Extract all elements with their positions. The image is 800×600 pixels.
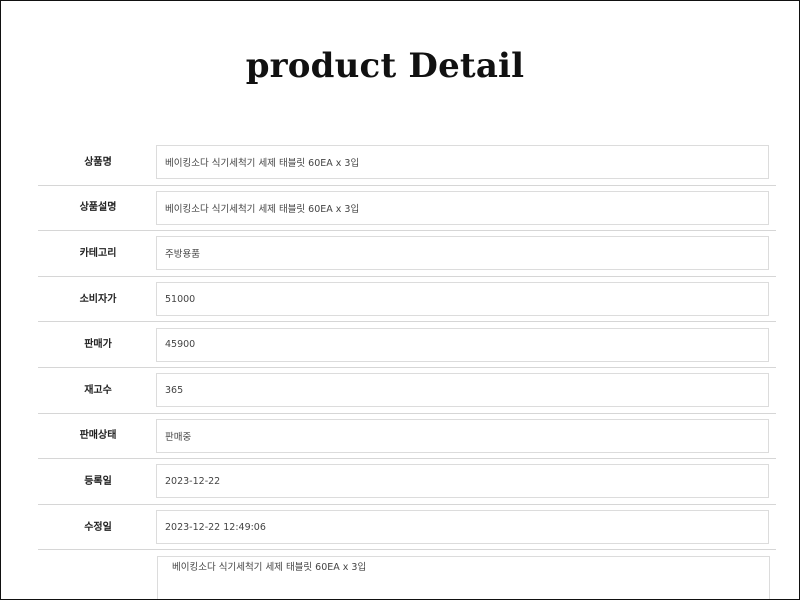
- consumer-price-field[interactable]: 51000: [156, 282, 769, 317]
- product-description-field[interactable]: 베이킹소다 식기세척기 세제 태블릿 60EA x 3입: [156, 190, 769, 225]
- registered-date-label: 등록일: [84, 475, 112, 487]
- consumer-price-label: 소비자가: [79, 293, 117, 305]
- stock-field[interactable]: 365: [156, 373, 769, 408]
- product-name-field[interactable]: 베이킹소다 식기세척기 세제 태블릿 60EA x 3입: [156, 145, 769, 180]
- row-registered-date: 등록일 2023-12-22: [38, 459, 776, 505]
- sale-price-label: 판매가: [84, 339, 112, 351]
- row-category: 카테고리 주방용품: [38, 231, 776, 277]
- sale-status-label: 판매상태: [79, 430, 117, 442]
- row-sale-status: 판매상태 판매중: [38, 414, 776, 460]
- page-title: product Detail: [245, 46, 525, 86]
- row-product-name: 상품명 베이킹소다 식기세척기 세제 태블릿 60EA x 3입: [38, 140, 776, 186]
- product-name-label: 상품명: [84, 156, 112, 168]
- modified-date-field[interactable]: 2023-12-22 12:49:06: [156, 510, 769, 545]
- row-modified-date: 수정일 2023-12-22 12:49:06: [38, 505, 776, 551]
- sale-status-field[interactable]: 판매중: [156, 418, 769, 453]
- row-stock: 재고수 365: [38, 368, 776, 414]
- modified-date-label: 수정일: [84, 521, 112, 533]
- registered-date-field[interactable]: 2023-12-22: [156, 464, 769, 499]
- description-textarea[interactable]: 베이킹소다 식기세척기 세제 태블릿 60EA x 3입: [157, 556, 770, 600]
- stock-label: 재고수: [84, 384, 112, 396]
- sale-price-field[interactable]: 45900: [156, 327, 769, 362]
- row-consumer-price: 소비자가 51000: [38, 277, 776, 323]
- category-field[interactable]: 주방용품: [156, 236, 769, 271]
- product-detail-table: 상품명 베이킹소다 식기세척기 세제 태블릿 60EA x 3입 상품설명 베이…: [38, 140, 776, 551]
- row-product-description: 상품설명 베이킹소다 식기세척기 세제 태블릿 60EA x 3입: [38, 186, 776, 232]
- row-sale-price: 판매가 45900: [38, 322, 776, 368]
- product-description-label: 상품설명: [79, 202, 117, 214]
- category-label: 카테고리: [79, 247, 117, 259]
